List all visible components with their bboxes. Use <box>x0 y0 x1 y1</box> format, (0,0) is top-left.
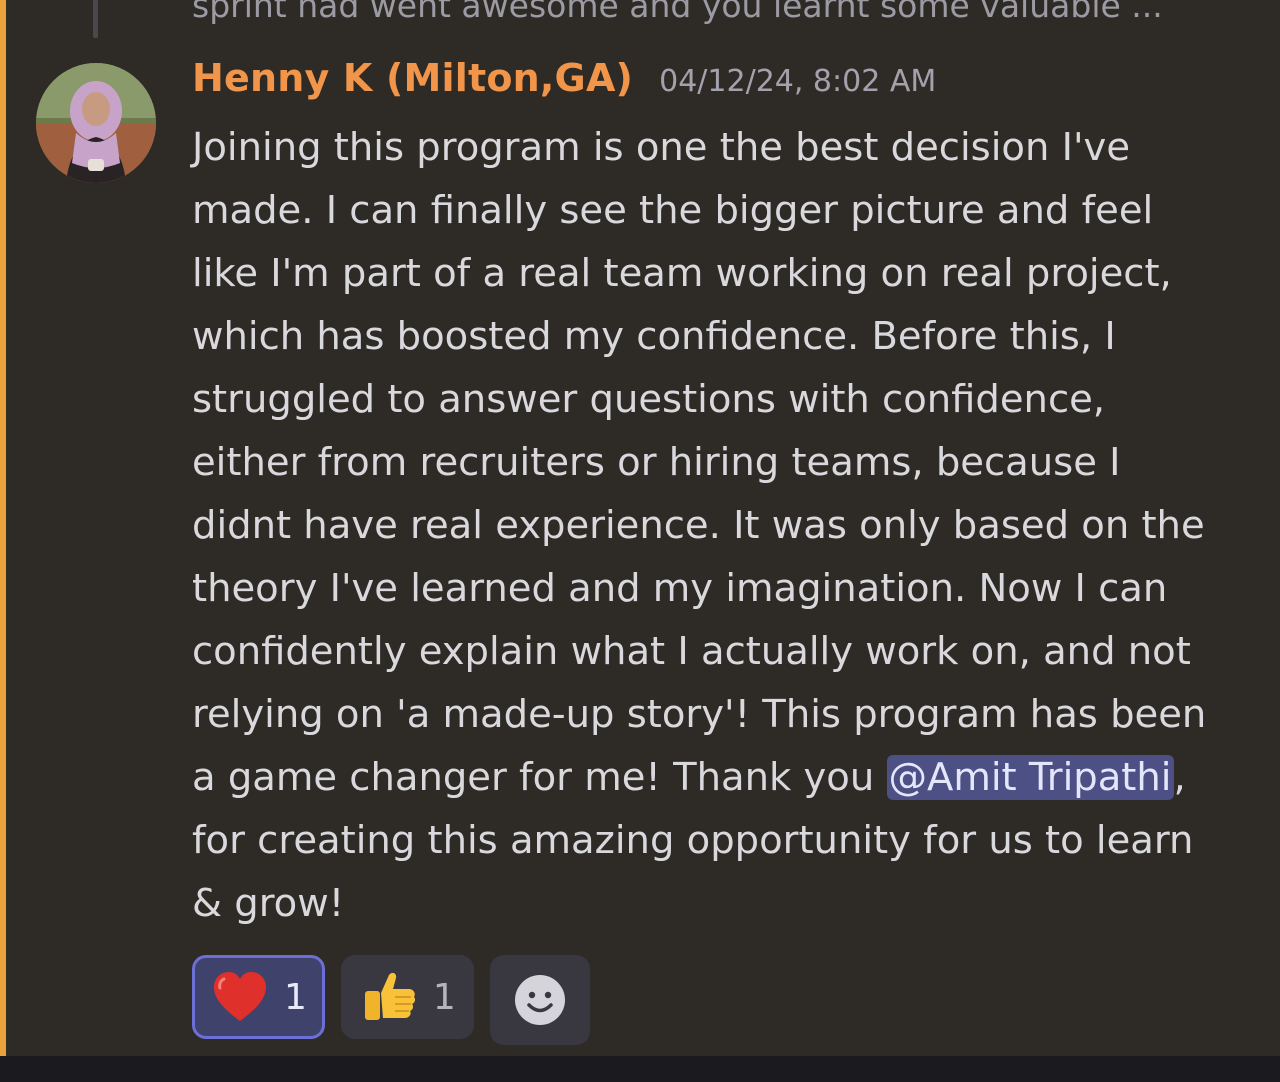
message-line: didnt have real experience. It was only … <box>192 503 1205 548</box>
smiley-add-icon <box>514 975 565 1025</box>
message-line: theory I've learned and my imagination. … <box>192 566 1168 611</box>
message-line: like I'm part of a real team working on … <box>192 251 1172 296</box>
avatar-image <box>36 63 156 183</box>
reaction-count: 1 <box>284 976 307 1018</box>
reaction-count: 1 <box>432 976 456 1018</box>
user-mention[interactable]: @Amit Tripathi <box>886 755 1174 800</box>
message-line: either from recruiters or hiring teams, … <box>192 440 1121 485</box>
avatar[interactable] <box>36 63 156 183</box>
message-line: Joining this program is one the best dec… <box>192 125 1131 170</box>
heart-emoji-icon <box>214 972 266 1021</box>
thumbs-up-emoji-icon <box>364 972 415 1020</box>
add-reaction-button[interactable] <box>489 955 590 1045</box>
message-text: a game changer for me! Thank you <box>192 755 887 800</box>
message-line: relying on 'a made-up story'! This progr… <box>192 692 1207 737</box>
message-timestamp: 04/12/24, 8:02 AM <box>659 64 937 99</box>
message-line: for creating this amazing opportunity fo… <box>192 818 1194 863</box>
message-line: confidently explain what I actually work… <box>192 629 1191 674</box>
bottom-divider <box>0 1056 1280 1082</box>
author-name[interactable]: Henny K (Milton,GA) <box>192 56 633 100</box>
message-line: made. I can finally see the bigger pictu… <box>192 188 1154 233</box>
message-line: struggled to answer questions with confi… <box>192 377 1106 422</box>
reply-preview-text[interactable]: sprint had went awesome and you learnt s… <box>192 0 1252 28</box>
reaction-heart-button[interactable]: 1 <box>192 955 325 1039</box>
message-line-with-mention: a game changer for me! Thank you @Amit T… <box>192 746 1258 809</box>
reaction-thumbs-up-button[interactable]: 1 <box>340 955 474 1039</box>
message-line: & grow! <box>192 881 345 926</box>
message-text: , <box>1173 755 1186 800</box>
message-line: which has boosted my confidence. Before … <box>192 314 1116 359</box>
reply-thread-line <box>93 0 98 38</box>
reactions-bar: 1 1 <box>192 955 590 1045</box>
highlight-accent-bar <box>0 0 6 1056</box>
message-header: Henny K (Milton,GA) 04/12/24, 8:02 AM <box>192 56 936 112</box>
message-body: Joining this program is one the best dec… <box>192 116 1258 935</box>
